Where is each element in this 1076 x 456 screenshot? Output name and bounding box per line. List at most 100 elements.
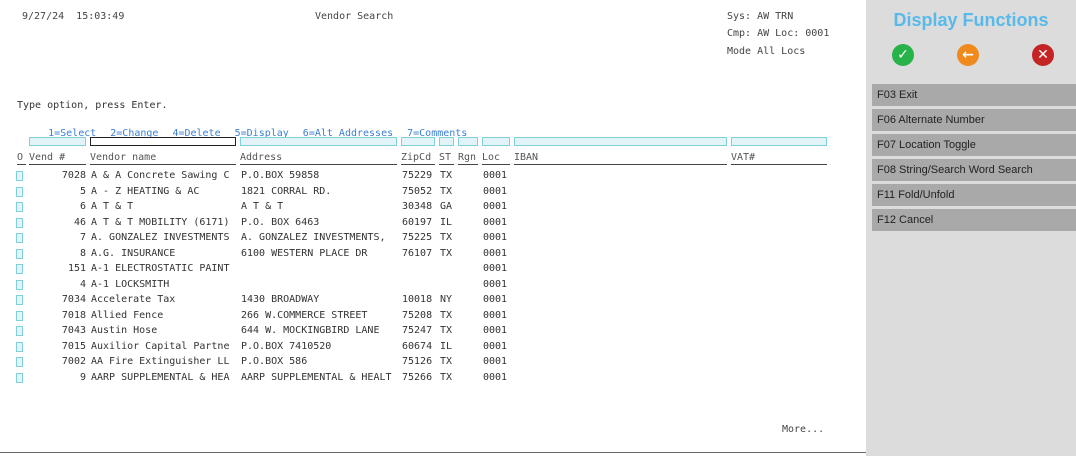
table-row: 7 A. GONZALEZ INVESTMENTS A. GONZALEZ INVE… xyxy=(0,231,866,246)
cell-zip: 75266 xyxy=(402,371,433,383)
cell-vendor-number: 46 xyxy=(73,216,86,228)
cell-vendor-number: 7 xyxy=(79,232,86,243)
row-option-input[interactable] xyxy=(16,326,23,336)
cell-vendor-number: 4 xyxy=(79,278,86,290)
cell-vendor-name: Allied Fence xyxy=(91,309,164,321)
fkey-exit[interactable]: F03 Exit xyxy=(872,84,1076,106)
cell-zip: 75229 xyxy=(402,170,433,181)
divider xyxy=(0,452,866,453)
cell-zip: 60197 xyxy=(402,216,433,228)
filter-zip[interactable] xyxy=(401,137,435,146)
fkey-string-search[interactable]: F08 String/Search Word Search xyxy=(872,159,1076,181)
col-location: Loc xyxy=(482,152,510,165)
cell-location: 0001 xyxy=(483,216,508,228)
row-option-input[interactable] xyxy=(16,341,23,352)
fkey-location-toggle[interactable]: F07 Location Toggle xyxy=(872,134,1076,156)
fkey-cancel[interactable]: F12 Cancel xyxy=(872,209,1076,231)
table-row: 151 A-1 ELECTROSTATIC PAINT 0001 xyxy=(0,262,866,277)
col-vendor-number: Vend # xyxy=(29,152,86,165)
cell-vendor-number: 5 xyxy=(79,185,86,197)
cell-zip: 10018 xyxy=(402,294,433,305)
cell-location: 0001 xyxy=(483,278,508,290)
cell-vendor-number: 9 xyxy=(79,371,86,383)
fkey-fold-unfold[interactable]: F11 Fold/Unfold xyxy=(872,184,1076,206)
col-iban: IBAN xyxy=(514,152,727,165)
table-row: 5 A - Z HEATING & AC 1821 CORRAL RD. 75052 T… xyxy=(0,185,866,200)
filter-vendor-name[interactable] xyxy=(90,137,236,146)
cell-location: 0001 xyxy=(483,340,508,352)
table-row: 8 A.G. INSURANCE 6100 WESTERN PLACE DR 7610… xyxy=(0,247,866,262)
cell-vendor-number: 7028 xyxy=(61,170,86,181)
back-arrow-icon[interactable]: ← xyxy=(957,44,979,66)
cell-vendor-name: A-1 ELECTROSTATIC PAINT xyxy=(91,263,230,274)
cell-address: A T & T xyxy=(241,201,284,212)
cell-location: 0001 xyxy=(483,294,508,305)
row-option-input[interactable] xyxy=(16,217,23,228)
row-option-input[interactable] xyxy=(16,357,23,367)
cell-vendor-name: A & A Concrete Sawing C xyxy=(91,170,230,181)
table-row: 7018 Allied Fence 266 W.COMMERCE STREET 752… xyxy=(0,309,866,324)
cell-vendor-number: 151 xyxy=(67,263,86,274)
cell-vendor-number: 7043 xyxy=(61,325,86,336)
row-option-input[interactable] xyxy=(16,171,23,181)
cell-vendor-name: AA Fire Extinguisher LL xyxy=(91,356,230,367)
cell-zip: 75208 xyxy=(402,309,433,321)
col-vat: VAT# xyxy=(731,152,827,165)
cell-address: 644 W. MOCKINGBIRD LANE xyxy=(241,325,380,336)
cell-vendor-name: A - Z HEATING & AC xyxy=(91,185,200,197)
row-option-input[interactable] xyxy=(16,310,23,321)
cell-zip: 75247 xyxy=(402,325,433,336)
cell-vendor-name: Auxilior Capital Partne xyxy=(91,340,230,352)
filter-state[interactable] xyxy=(439,137,454,146)
cell-address: 1821 CORRAL RD. xyxy=(241,185,332,197)
table-row: 46 A T & T MOBILITY (6171) P.O. BOX 6463 60… xyxy=(0,216,866,231)
cell-vendor-name: Accelerate Tax xyxy=(91,294,176,305)
mode-label: Mode All Locs xyxy=(727,46,806,57)
screen-title: Vendor Search xyxy=(315,11,394,22)
filter-region[interactable] xyxy=(458,137,478,146)
company-location-label: Cmp: AW Loc: 0001 xyxy=(727,28,830,39)
row-option-input[interactable] xyxy=(16,279,23,290)
function-key-list: F03 Exit F06 Alternate Number F07 Locati… xyxy=(872,84,1076,234)
cell-location: 0001 xyxy=(483,185,508,197)
cell-state: TX xyxy=(440,309,453,321)
col-vendor-name: Vendor name xyxy=(90,152,236,165)
cell-vendor-number: 7034 xyxy=(61,294,86,305)
cell-state: TX xyxy=(440,185,453,197)
cell-state: TX xyxy=(440,325,453,336)
table-row: 7043 Austin Hose 644 W. MOCKINGBIRD LANE 75… xyxy=(0,324,866,339)
col-state: ST xyxy=(439,152,454,165)
cell-location: 0001 xyxy=(483,201,508,212)
cell-vendor-name: A. GONZALEZ INVESTMENTS xyxy=(91,232,230,243)
cell-vendor-name: A-1 LOCKSMITH xyxy=(91,278,170,290)
row-option-input[interactable] xyxy=(16,202,23,212)
filter-vat[interactable] xyxy=(731,137,827,146)
cell-state: GA xyxy=(440,201,453,212)
row-option-input[interactable] xyxy=(16,233,23,243)
check-icon[interactable]: ✓ xyxy=(892,44,914,66)
col-zip: ZipCd xyxy=(401,152,435,165)
row-option-input[interactable] xyxy=(16,264,23,274)
cell-location: 0001 xyxy=(483,232,508,243)
close-icon[interactable]: ✕ xyxy=(1032,44,1054,66)
panel-title: Display Functions xyxy=(893,10,1049,30)
cell-state: IL xyxy=(440,216,453,228)
filter-address[interactable] xyxy=(240,137,397,146)
cell-zip: 75126 xyxy=(402,356,433,367)
cell-vendor-name: AARP SUPPLEMENTAL & HEA xyxy=(91,371,230,383)
cell-vendor-number: 8 xyxy=(79,247,86,259)
system-label: Sys: AW TRN xyxy=(727,11,794,22)
filter-location[interactable] xyxy=(482,137,510,146)
fkey-alternate-number[interactable]: F06 Alternate Number xyxy=(872,109,1076,131)
row-option-input[interactable] xyxy=(16,248,23,259)
cell-zip: 75225 xyxy=(402,232,433,243)
filter-iban[interactable] xyxy=(514,137,727,146)
cell-vendor-name: A T & T MOBILITY (6171) xyxy=(91,216,230,228)
row-option-input[interactable] xyxy=(16,372,23,383)
filter-vendor-number[interactable] xyxy=(29,137,86,146)
row-option-input[interactable] xyxy=(16,295,23,305)
cell-vendor-name: A T & T xyxy=(91,201,134,212)
row-option-input[interactable] xyxy=(16,186,23,197)
cell-vendor-number: 7002 xyxy=(61,356,86,367)
cell-location: 0001 xyxy=(483,356,508,367)
